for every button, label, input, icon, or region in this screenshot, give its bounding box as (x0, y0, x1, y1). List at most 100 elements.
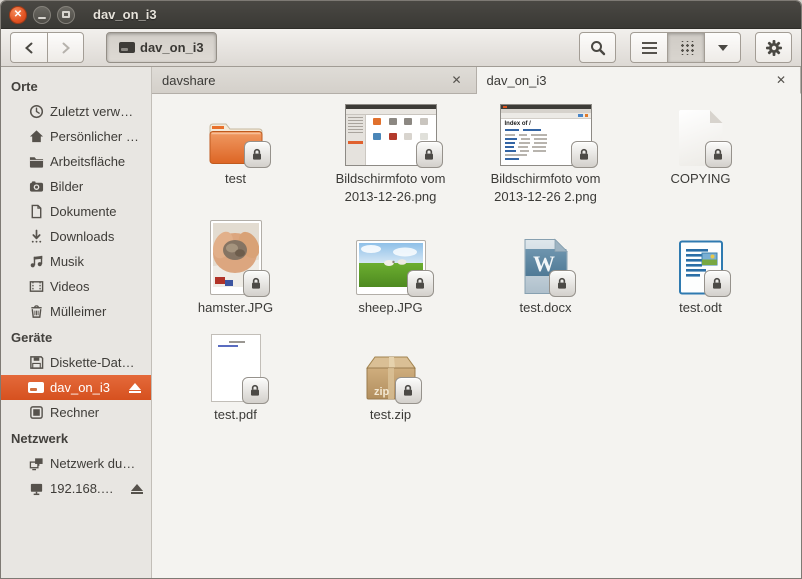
sidebar-item-label: 192.168.… (50, 481, 114, 496)
path-button-dav-on-i3[interactable]: dav_on_i3 (106, 32, 217, 63)
pictures-icon (28, 179, 44, 195)
tab-close-icon[interactable]: ✕ (447, 71, 465, 89)
lock-emblem (407, 270, 434, 297)
eject-icon[interactable] (131, 484, 143, 494)
sidebar-item-dokumente[interactable]: Dokumente (1, 199, 151, 224)
file-label: sheep.JPG (358, 299, 422, 317)
tab-label: davshare (162, 73, 447, 88)
file-label: test.docx (519, 299, 571, 317)
file-hamster-jpg[interactable]: hamster.JPG (158, 225, 313, 330)
tab-bar: davshare ✕ dav_on_i3 ✕ (152, 67, 801, 94)
chevron-left-icon (24, 42, 34, 54)
sidebar-item-videos[interactable]: Videos (1, 274, 151, 299)
chevron-down-icon (718, 45, 728, 51)
minimize-icon (38, 17, 46, 19)
sidebar-header-netzwerk: Netzwerk (1, 425, 151, 451)
window-maximize-button[interactable] (57, 6, 75, 24)
lock-emblem (242, 377, 269, 404)
lock-emblem (243, 270, 270, 297)
photo-thumbnail (210, 225, 262, 295)
settings-button[interactable] (755, 32, 792, 63)
sidebar-item-diskette[interactable]: Diskette-Dat… (1, 350, 151, 375)
harddisk-icon (28, 380, 44, 396)
sidebar-item-label: Bilder (50, 179, 83, 194)
maximize-icon (62, 11, 70, 18)
file-test-odt[interactable]: test.odt (623, 225, 778, 330)
close-icon: ✕ (14, 10, 22, 20)
sidebar-item-arbeitsflaeche[interactable]: Arbeitsfläche (1, 149, 151, 174)
network-icon (28, 456, 44, 472)
tab-label: dav_on_i3 (487, 73, 772, 88)
file-label: Bildschirmfoto vom 2013-12-26 2.png (479, 170, 613, 205)
search-button[interactable] (579, 32, 616, 63)
sidebar-item-musik[interactable]: Musik (1, 249, 151, 274)
sidebar-item-bilder[interactable]: Bilder (1, 174, 151, 199)
sidebar-item-label: Videos (50, 279, 90, 294)
remote-pc-icon (28, 481, 44, 497)
sidebar-item-persoenlicher-ordner[interactable]: Persönlicher … (1, 124, 151, 149)
file-test-docx[interactable]: W test.docx (468, 225, 623, 330)
odt-document-icon (678, 225, 724, 295)
lock-emblem (704, 270, 731, 297)
sidebar-header-orte: Orte (1, 73, 151, 99)
tab-davshare[interactable]: davshare ✕ (152, 67, 477, 93)
file-test-pdf[interactable]: test.pdf (158, 330, 313, 435)
photo-thumbnail (356, 225, 426, 295)
view-options-dropdown[interactable] (704, 32, 741, 63)
file-bildschirmfoto-1[interactable]: Bildschirmfoto vom 2013-12-26.png (313, 100, 468, 225)
file-label: test.pdf (214, 406, 257, 424)
lock-emblem (705, 141, 732, 168)
file-label: test (225, 170, 246, 188)
sidebar-item-192-168[interactable]: 192.168.… (1, 476, 151, 501)
file-test-folder[interactable]: test (158, 100, 313, 225)
folder-icon (207, 100, 265, 166)
file-label: test.odt (679, 299, 722, 317)
file-label: test.zip (370, 406, 411, 424)
computer-icon (28, 405, 44, 421)
sidebar-item-label: Zuletzt verw… (50, 104, 133, 119)
window-close-button[interactable]: ✕ (9, 6, 27, 24)
list-view-icon (642, 42, 657, 54)
view-button-group (630, 32, 741, 63)
tab-close-icon[interactable]: ✕ (772, 71, 790, 89)
harddisk-icon (119, 42, 135, 53)
recent-icon (28, 104, 44, 120)
desktop-folder-icon (28, 154, 44, 170)
sidebar-item-label: Persönlicher … (50, 129, 139, 144)
documents-icon (28, 204, 44, 220)
text-document-icon (679, 100, 723, 166)
sidebar-item-zuletzt-verwendet[interactable]: Zuletzt verw… (1, 99, 151, 124)
lock-emblem (571, 141, 598, 168)
sidebar-item-netzwerk-durchsuchen[interactable]: Netzwerk du… (1, 451, 151, 476)
sidebar-item-label: Rechner (50, 405, 99, 420)
file-grid: test (152, 94, 801, 578)
file-sheep-jpg[interactable]: sheep.JPG (313, 225, 468, 330)
titlebar[interactable]: ✕ dav_on_i3 (1, 1, 801, 29)
file-copying[interactable]: COPYING (623, 100, 778, 225)
file-label: Bildschirmfoto vom 2013-12-26.png (324, 170, 458, 205)
list-view-button[interactable] (630, 32, 667, 63)
trash-icon (28, 304, 44, 320)
eject-icon[interactable] (129, 383, 141, 393)
nav-button-group (10, 32, 84, 63)
file-label: hamster.JPG (198, 299, 273, 317)
file-bildschirmfoto-2[interactable]: Index of / (468, 100, 623, 225)
gear-icon (765, 39, 783, 57)
sidebar-header-geraete: Geräte (1, 324, 151, 350)
grid-view-button[interactable] (667, 32, 704, 63)
window-minimize-button[interactable] (33, 6, 51, 24)
sidebar-item-label: Arbeitsfläche (50, 154, 125, 169)
back-button[interactable] (10, 32, 47, 63)
sidebar-item-label: dav_on_i3 (50, 380, 110, 395)
sidebar-item-downloads[interactable]: Downloads (1, 224, 151, 249)
sidebar-item-rechner[interactable]: Rechner (1, 400, 151, 425)
screenshot-thumbnail (345, 100, 437, 166)
music-icon (28, 254, 44, 270)
tab-dav-on-i3[interactable]: dav_on_i3 ✕ (477, 67, 802, 94)
file-label: COPYING (671, 170, 731, 188)
sidebar-item-muelleimer[interactable]: Mülleimer (1, 299, 151, 324)
sidebar-item-dav-on-i3[interactable]: dav_on_i3 (1, 375, 151, 400)
file-test-zip[interactable]: zip test.zip (313, 330, 468, 435)
forward-button[interactable] (47, 32, 84, 63)
zip-archive-icon: zip (360, 330, 422, 402)
